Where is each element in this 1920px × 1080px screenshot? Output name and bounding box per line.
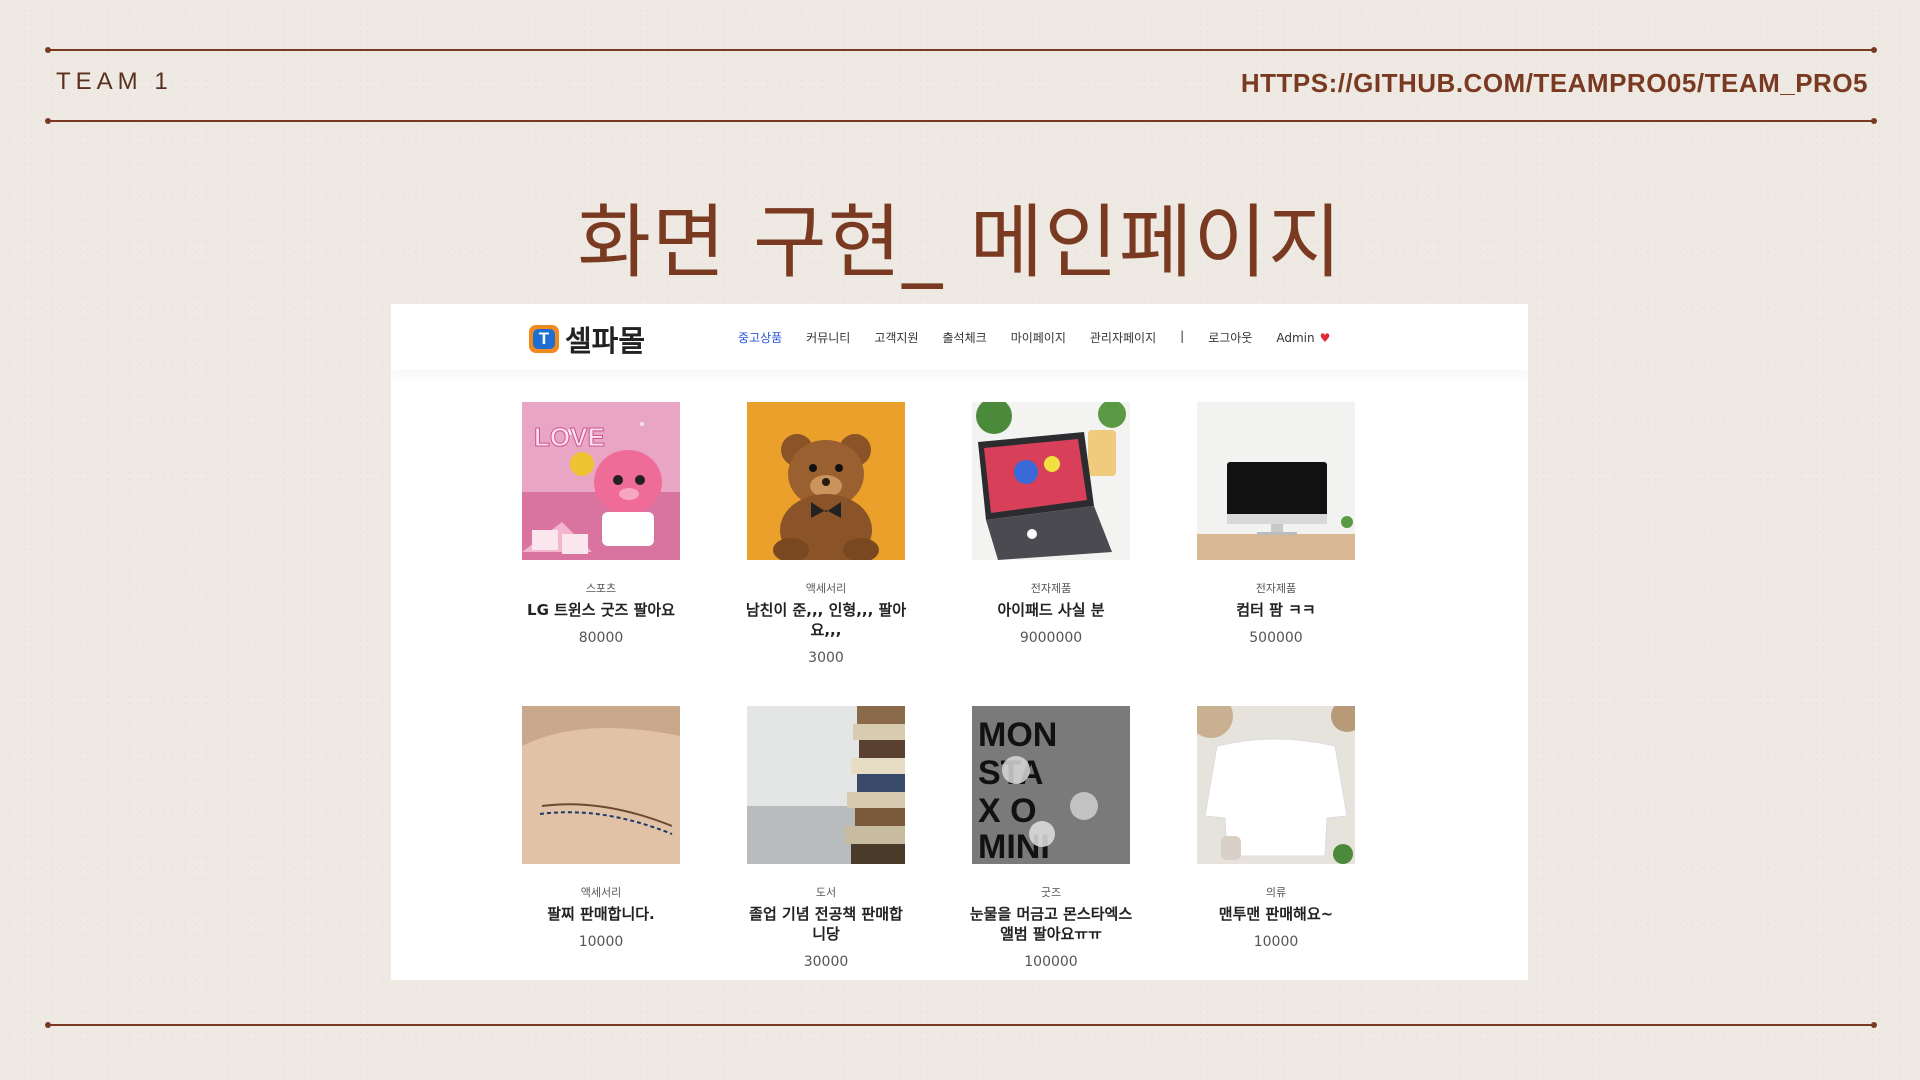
top-rule (45, 47, 1877, 53)
product-card[interactable]: 전자제품 아이패드 사실 분 9000000 (961, 402, 1141, 646)
product-name[interactable]: LG 트윈스 굿즈 팔아요 (511, 600, 691, 620)
footer-rule (45, 1022, 1877, 1028)
product-image[interactable] (522, 706, 680, 864)
svg-text:LOVE: LOVE (534, 422, 605, 452)
product-name[interactable]: 아이패드 사실 분 (961, 600, 1141, 620)
product-category: 도서 (815, 886, 837, 899)
product-image[interactable]: LOVE (522, 402, 680, 560)
logo-text: 셀파몰 (565, 324, 646, 358)
product-category: 액세서리 (805, 582, 847, 595)
product-price: 100000 (1024, 954, 1078, 970)
nav-support[interactable]: 고객지원 (874, 329, 918, 346)
product-price: 500000 (1249, 630, 1303, 646)
product-image[interactable] (1197, 402, 1355, 560)
header-rule (45, 118, 1877, 124)
admin-label: Admin (1276, 330, 1315, 345)
slide-title: 화면 구현_ 메인페이지 (577, 196, 1343, 289)
product-card[interactable]: LOVE 스포츠 LG 트윈스 굿즈 팔아요 80000 (511, 402, 691, 646)
product-name[interactable]: 눈물을 머금고 몬스타엑스 앨범 팔아요ㅠㅠ (961, 904, 1141, 944)
product-card[interactable]: 의류 맨투맨 판매해요~ 10000 (1186, 706, 1366, 950)
logo-icon: T (529, 325, 559, 353)
product-name[interactable]: 남친이 준,,, 인형,,, 팔아요,,, (736, 600, 916, 640)
site-header: T 셀파몰 중고상품 커뮤니티 고객지원 출석체크 마이페이지 관리자페이지 |… (391, 304, 1528, 370)
product-card[interactable]: 전자제품 컴터 팜 ㅋㅋ 500000 (1186, 402, 1366, 646)
product-name[interactable]: 컴터 팜 ㅋㅋ (1186, 600, 1366, 620)
product-name[interactable]: 맨투맨 판매해요~ (1186, 904, 1366, 924)
product-price: 10000 (578, 934, 624, 950)
product-category: 전자제품 (1255, 582, 1297, 595)
product-price: 30000 (803, 954, 849, 970)
product-price: 80000 (578, 630, 624, 646)
site-logo[interactable]: T 셀파몰 (529, 318, 645, 360)
product-name[interactable]: 졸업 기념 전공책 판매합니당 (736, 904, 916, 944)
product-name[interactable]: 팔찌 판매합니다. (511, 904, 691, 924)
team-label: TEAM 1 (56, 68, 173, 95)
nav-divider: | (1180, 329, 1185, 343)
svg-text:X O: X O (978, 792, 1037, 830)
product-card[interactable]: 액세서리 팔찌 판매합니다. 10000 (511, 706, 691, 950)
nav-mypage[interactable]: 마이페이지 (1011, 329, 1066, 346)
svg-text:MON: MON (978, 716, 1057, 754)
product-category: 액세서리 (580, 886, 622, 899)
product-category: 스포츠 (585, 582, 617, 595)
main-nav: 중고상품 커뮤니티 고객지원 출석체크 마이페이지 관리자페이지 | 로그아웃 … (738, 329, 1330, 346)
website-screenshot: T 셀파몰 중고상품 커뮤니티 고객지원 출석체크 마이페이지 관리자페이지 |… (391, 304, 1528, 980)
product-image[interactable] (972, 402, 1130, 560)
product-image[interactable]: MON STA X O MINI (972, 706, 1130, 864)
product-category: 전자제품 (1030, 582, 1072, 595)
product-card[interactable]: 액세서리 남친이 준,,, 인형,,, 팔아요,,, 3000 (736, 402, 916, 666)
product-price: 3000 (808, 650, 844, 666)
product-image[interactable] (747, 402, 905, 560)
heart-icon: ♥ (1319, 330, 1331, 345)
product-category: 의류 (1265, 886, 1287, 899)
product-image[interactable] (1197, 706, 1355, 864)
product-image[interactable] (747, 706, 905, 864)
product-price: 10000 (1253, 934, 1299, 950)
product-category: 굿즈 (1040, 886, 1062, 899)
nav-community[interactable]: 커뮤니티 (806, 329, 850, 346)
nav-admin-page[interactable]: 관리자페이지 (1090, 329, 1156, 346)
nav-used-goods[interactable]: 중고상품 (738, 329, 782, 346)
nav-logout[interactable]: 로그아웃 (1208, 329, 1252, 346)
admin-user[interactable]: Admin ♥ (1276, 329, 1330, 346)
product-price: 9000000 (1019, 630, 1083, 646)
product-card[interactable]: 도서 졸업 기념 전공책 판매합니당 30000 (736, 706, 916, 970)
product-card[interactable]: MON STA X O MINI 굿즈 눈물을 머금고 몬스타엑스 앨범 팔아요… (961, 706, 1141, 970)
nav-attendance[interactable]: 출석체크 (943, 329, 987, 346)
repo-url: HTTPS://GITHUB.COM/TEAMPRO05/TEAM_PRO5 (1240, 68, 1868, 98)
